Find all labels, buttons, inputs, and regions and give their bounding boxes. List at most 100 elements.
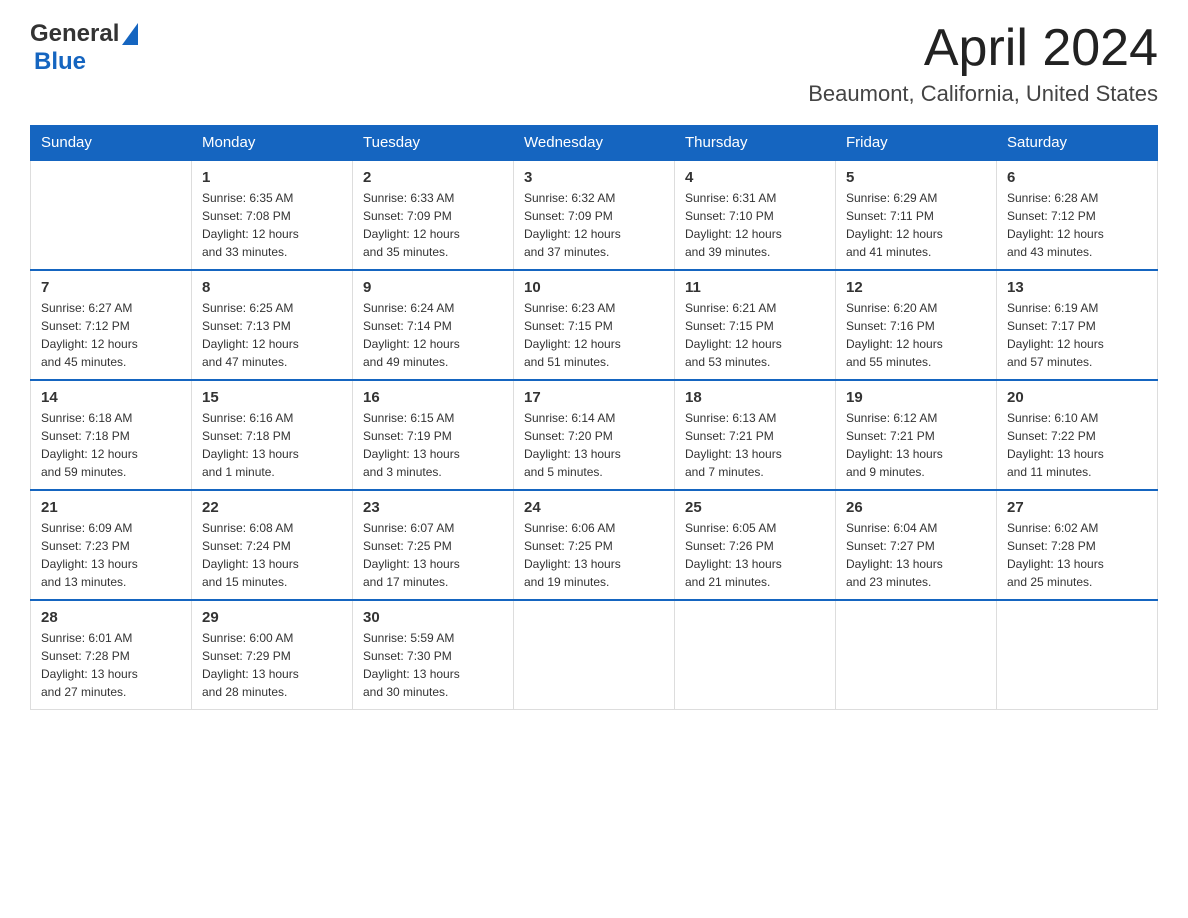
day-info-line: Sunrise: 6:16 AM xyxy=(202,409,342,427)
day-number: 7 xyxy=(41,279,181,296)
calendar-table: SundayMondayTuesdayWednesdayThursdayFrid… xyxy=(30,125,1158,710)
day-info: Sunrise: 6:21 AMSunset: 7:15 PMDaylight:… xyxy=(685,299,825,371)
day-info-line: Daylight: 12 hours xyxy=(685,225,825,243)
day-info: Sunrise: 6:00 AMSunset: 7:29 PMDaylight:… xyxy=(202,629,342,701)
calendar-cell: 2Sunrise: 6:33 AMSunset: 7:09 PMDaylight… xyxy=(353,160,514,270)
day-info-line: Daylight: 12 hours xyxy=(1007,335,1147,353)
day-info-line: Daylight: 12 hours xyxy=(202,335,342,353)
day-number: 13 xyxy=(1007,279,1147,296)
day-info-line: Sunrise: 6:04 AM xyxy=(846,519,986,537)
weekday-header-monday: Monday xyxy=(192,126,353,161)
day-number: 9 xyxy=(363,279,503,296)
weekday-header-friday: Friday xyxy=(836,126,997,161)
day-info-line: Daylight: 13 hours xyxy=(363,555,503,573)
day-info-line: Sunset: 7:21 PM xyxy=(846,427,986,445)
day-info-line: and 23 minutes. xyxy=(846,573,986,591)
day-info-line: Sunrise: 6:24 AM xyxy=(363,299,503,317)
day-info-line: and 53 minutes. xyxy=(685,353,825,371)
calendar-cell: 11Sunrise: 6:21 AMSunset: 7:15 PMDayligh… xyxy=(675,270,836,380)
day-number: 16 xyxy=(363,389,503,406)
calendar-cell: 7 Sunrise: 6:27 AMSunset: 7:12 PMDaylight… xyxy=(31,270,192,380)
day-info-line: Sunrise: 6:29 AM xyxy=(846,189,986,207)
day-info-line: Daylight: 13 hours xyxy=(1007,555,1147,573)
day-info-line: Daylight: 12 hours xyxy=(846,335,986,353)
calendar-cell: 25Sunrise: 6:05 AMSunset: 7:26 PMDayligh… xyxy=(675,490,836,600)
day-info-line: Daylight: 12 hours xyxy=(202,225,342,243)
day-info-line: Daylight: 12 hours xyxy=(685,335,825,353)
weekday-header-wednesday: Wednesday xyxy=(514,126,675,161)
day-info-line: Sunrise: 6:13 AM xyxy=(685,409,825,427)
day-info: Sunrise: 6:08 AMSunset: 7:24 PMDaylight:… xyxy=(202,519,342,591)
day-number: 19 xyxy=(846,389,986,406)
day-number: 29 xyxy=(202,609,342,626)
day-info-line: and 21 minutes. xyxy=(685,573,825,591)
day-number: 4 xyxy=(685,169,825,186)
day-info-line: and 55 minutes. xyxy=(846,353,986,371)
day-info-line: Sunrise: 6:12 AM xyxy=(846,409,986,427)
day-info-line: and 41 minutes. xyxy=(846,243,986,261)
day-info: Sunrise: 6:35 AMSunset: 7:08 PMDaylight:… xyxy=(202,189,342,261)
calendar-week-row: 14Sunrise: 6:18 AMSunset: 7:18 PMDayligh… xyxy=(31,380,1158,490)
day-info-line: Sunrise: 6:08 AM xyxy=(202,519,342,537)
page-header: General Blue April 2024 Beaumont, Califo… xyxy=(30,20,1158,107)
day-info-line: Sunrise: 6:28 AM xyxy=(1007,189,1147,207)
day-info-line: and 45 minutes. xyxy=(41,353,181,371)
calendar-cell: 4Sunrise: 6:31 AMSunset: 7:10 PMDaylight… xyxy=(675,160,836,270)
day-info: Sunrise: 6:25 AMSunset: 7:13 PMDaylight:… xyxy=(202,299,342,371)
calendar-week-row: 21Sunrise: 6:09 AMSunset: 7:23 PMDayligh… xyxy=(31,490,1158,600)
day-info: Sunrise: 6:12 AMSunset: 7:21 PMDaylight:… xyxy=(846,409,986,481)
day-info-line: Sunrise: 6:05 AM xyxy=(685,519,825,537)
calendar-cell: 22Sunrise: 6:08 AMSunset: 7:24 PMDayligh… xyxy=(192,490,353,600)
day-info-line: Daylight: 13 hours xyxy=(41,555,181,573)
day-info: Sunrise: 6:27 AMSunset: 7:12 PMDaylight:… xyxy=(41,299,181,371)
day-info-line: and 9 minutes. xyxy=(846,463,986,481)
day-number: 17 xyxy=(524,389,664,406)
day-number: 25 xyxy=(685,499,825,516)
day-info-line: Sunset: 7:16 PM xyxy=(846,317,986,335)
day-number: 30 xyxy=(363,609,503,626)
day-info-line: and 35 minutes. xyxy=(363,243,503,261)
calendar-cell: 23Sunrise: 6:07 AMSunset: 7:25 PMDayligh… xyxy=(353,490,514,600)
calendar-cell: 14Sunrise: 6:18 AMSunset: 7:18 PMDayligh… xyxy=(31,380,192,490)
title-section: April 2024 Beaumont, California, United … xyxy=(808,20,1158,107)
logo-blue-text: Blue xyxy=(34,48,86,76)
day-info-line: Daylight: 12 hours xyxy=(41,335,181,353)
day-info: Sunrise: 6:32 AMSunset: 7:09 PMDaylight:… xyxy=(524,189,664,261)
day-info-line: Daylight: 12 hours xyxy=(846,225,986,243)
day-info-line: Daylight: 12 hours xyxy=(363,225,503,243)
day-info-line: Sunset: 7:14 PM xyxy=(363,317,503,335)
day-info-line: Daylight: 12 hours xyxy=(1007,225,1147,243)
day-info-line: and 30 minutes. xyxy=(363,683,503,701)
day-number: 1 xyxy=(202,169,342,186)
day-info: Sunrise: 6:10 AMSunset: 7:22 PMDaylight:… xyxy=(1007,409,1147,481)
weekday-header-tuesday: Tuesday xyxy=(353,126,514,161)
day-info-line: Sunset: 7:15 PM xyxy=(685,317,825,335)
day-info-line: Sunset: 7:28 PM xyxy=(1007,537,1147,555)
day-info-line: Sunset: 7:29 PM xyxy=(202,647,342,665)
calendar-cell xyxy=(675,600,836,710)
weekday-header-saturday: Saturday xyxy=(997,126,1158,161)
day-info-line: Sunrise: 6:23 AM xyxy=(524,299,664,317)
day-info-line: Daylight: 13 hours xyxy=(363,445,503,463)
day-info: Sunrise: 6:06 AMSunset: 7:25 PMDaylight:… xyxy=(524,519,664,591)
day-info-line: and 1 minute. xyxy=(202,463,342,481)
day-info: Sunrise: 5:59 AMSunset: 7:30 PMDaylight:… xyxy=(363,629,503,701)
calendar-cell: 12Sunrise: 6:20 AMSunset: 7:16 PMDayligh… xyxy=(836,270,997,380)
day-info-line: Daylight: 12 hours xyxy=(41,445,181,463)
day-number: 23 xyxy=(363,499,503,516)
calendar-cell: 1 Sunrise: 6:35 AMSunset: 7:08 PMDaylight… xyxy=(192,160,353,270)
day-info-line: Sunset: 7:28 PM xyxy=(41,647,181,665)
day-info: Sunrise: 6:29 AMSunset: 7:11 PMDaylight:… xyxy=(846,189,986,261)
day-info: Sunrise: 6:19 AMSunset: 7:17 PMDaylight:… xyxy=(1007,299,1147,371)
day-number: 20 xyxy=(1007,389,1147,406)
day-info-line: Sunset: 7:25 PM xyxy=(524,537,664,555)
calendar-cell: 6Sunrise: 6:28 AMSunset: 7:12 PMDaylight… xyxy=(997,160,1158,270)
day-info-line: Sunset: 7:24 PM xyxy=(202,537,342,555)
day-info-line: Sunset: 7:09 PM xyxy=(363,207,503,225)
day-info-line: Sunrise: 6:15 AM xyxy=(363,409,503,427)
day-number: 24 xyxy=(524,499,664,516)
day-info-line: Sunrise: 6:32 AM xyxy=(524,189,664,207)
calendar-week-row: 1 Sunrise: 6:35 AMSunset: 7:08 PMDaylight… xyxy=(31,160,1158,270)
day-info-line: Daylight: 12 hours xyxy=(524,225,664,243)
day-info-line: Sunrise: 6:01 AM xyxy=(41,629,181,647)
